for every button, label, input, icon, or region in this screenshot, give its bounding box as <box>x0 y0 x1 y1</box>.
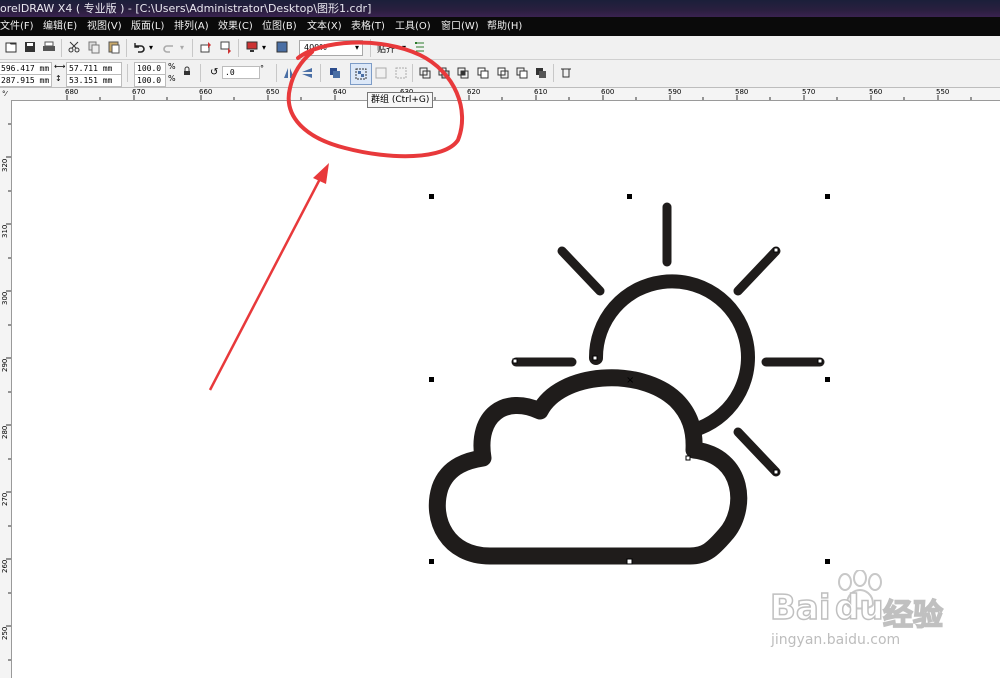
v-ruler-ticks <box>6 123 11 661</box>
baidu-watermark: Bai du 经验 jingyan.baidu.com <box>765 570 985 670</box>
watermark-brand2: du <box>834 587 884 629</box>
trim-icon[interactable] <box>437 66 451 80</box>
menu-edit[interactable]: 编辑(E) <box>43 17 77 36</box>
watermark-cn: 经验 <box>882 597 944 634</box>
intersect-icon[interactable] <box>456 66 470 80</box>
menu-table[interactable]: 表格(T) <box>351 17 385 36</box>
options-icon[interactable] <box>413 40 427 54</box>
group-tooltip: 群组 (Ctrl+G) <box>367 92 434 108</box>
window-title-bar: orelDRAW X4 ( 专业版 ) - [C:\Users\Administ… <box>0 0 1000 17</box>
undo-icon[interactable] <box>132 40 146 54</box>
create-boundary-icon[interactable] <box>534 66 548 80</box>
ungroup-all-icon[interactable] <box>394 66 408 80</box>
align-distribute-icon[interactable] <box>559 66 573 80</box>
combine-icon[interactable] <box>328 66 342 80</box>
launcher-dropdown-icon[interactable]: ▾ <box>262 43 266 52</box>
width-icon: ⟷ <box>54 62 66 71</box>
rotation-icon: ↺ <box>210 67 219 78</box>
standard-toolbar: ▾ ▾ ▾ 400% ▾ 贴齐 ▾ <box>0 36 1000 60</box>
welcome-screen-icon[interactable] <box>275 40 289 54</box>
snap-dropdown-icon[interactable]: ▾ <box>402 43 406 52</box>
scale-y-field[interactable]: 100.0 <box>134 74 166 87</box>
mirror-horizontal-icon[interactable] <box>282 66 296 80</box>
rotation-angle-field[interactable]: .0 <box>222 66 260 79</box>
redo-dropdown-icon[interactable]: ▾ <box>180 43 184 52</box>
undo-dropdown-icon[interactable]: ▾ <box>149 43 153 52</box>
weld-icon[interactable] <box>418 66 432 80</box>
import-icon[interactable] <box>199 40 213 54</box>
paste-icon[interactable] <box>107 40 121 54</box>
rotation-unit: ° <box>260 64 264 73</box>
menu-bitmaps[interactable]: 位图(B) <box>262 17 297 36</box>
export-icon[interactable] <box>219 40 233 54</box>
menu-arrange[interactable]: 排列(A) <box>174 17 209 36</box>
vertical-ruler[interactable]: 320 310 300 290 280 270 260 250 <box>0 100 12 678</box>
front-minus-back-icon[interactable] <box>496 66 510 80</box>
zoom-dropdown-icon[interactable]: ▾ <box>355 43 359 52</box>
snap-to-label[interactable]: 贴齐 <box>377 42 395 55</box>
watermark-brand: Bai <box>769 587 831 629</box>
tooltip-text: 群组 (Ctrl+G) <box>371 95 430 105</box>
mirror-vertical-icon[interactable] <box>300 66 314 80</box>
zoom-level-value: 400% <box>304 43 327 52</box>
save-icon[interactable] <box>23 40 37 54</box>
menu-effects[interactable]: 效果(C) <box>218 17 253 36</box>
menu-tools[interactable]: 工具(O) <box>395 17 431 36</box>
h-ruler-ticks <box>66 95 972 100</box>
lock-ratio-icon[interactable] <box>182 66 192 76</box>
copy-icon[interactable] <box>87 40 101 54</box>
zoom-level-combo[interactable]: 400% <box>299 40 363 56</box>
application-launcher-icon[interactable] <box>245 40 259 54</box>
object-height-field[interactable]: 53.151 mm <box>66 74 122 87</box>
ungroup-icon[interactable] <box>374 66 388 80</box>
menu-view[interactable]: 视图(V) <box>87 17 122 36</box>
horizontal-ruler[interactable]: °⁄ 680 670 660 650 640 630 620 610 600 5… <box>0 88 1000 101</box>
new-document-icon[interactable] <box>4 40 18 54</box>
menu-file[interactable]: 文件(F) <box>0 17 34 36</box>
window-title: orelDRAW X4 ( 专业版 ) - [C:\Users\Administ… <box>0 2 372 15</box>
group-button[interactable] <box>350 63 372 85</box>
scale-x-unit: % <box>168 62 176 71</box>
simplify-icon[interactable] <box>476 66 490 80</box>
property-bar: 596.417 mm 287.915 mm ⟷ ↕ 57.711 mm 53.1… <box>0 60 1000 88</box>
height-icon: ↕ <box>55 74 62 83</box>
print-icon[interactable] <box>42 40 56 54</box>
back-minus-front-icon[interactable] <box>515 66 529 80</box>
scale-y-unit: % <box>168 74 176 83</box>
redo-icon[interactable] <box>162 40 176 54</box>
cut-icon[interactable] <box>67 40 81 54</box>
watermark-url: jingyan.baidu.com <box>771 632 901 648</box>
menu-help[interactable]: 帮助(H) <box>487 17 522 36</box>
menu-text[interactable]: 文本(X) <box>307 17 342 36</box>
menu-window[interactable]: 窗口(W) <box>441 17 479 36</box>
position-y-field[interactable]: 287.915 mm <box>0 74 52 87</box>
menu-layout[interactable]: 版面(L) <box>131 17 164 36</box>
menu-bar: 文件(F) 编辑(E) 视图(V) 版面(L) 排列(A) 效果(C) 位图(B… <box>0 17 1000 36</box>
group-icon <box>355 68 367 80</box>
